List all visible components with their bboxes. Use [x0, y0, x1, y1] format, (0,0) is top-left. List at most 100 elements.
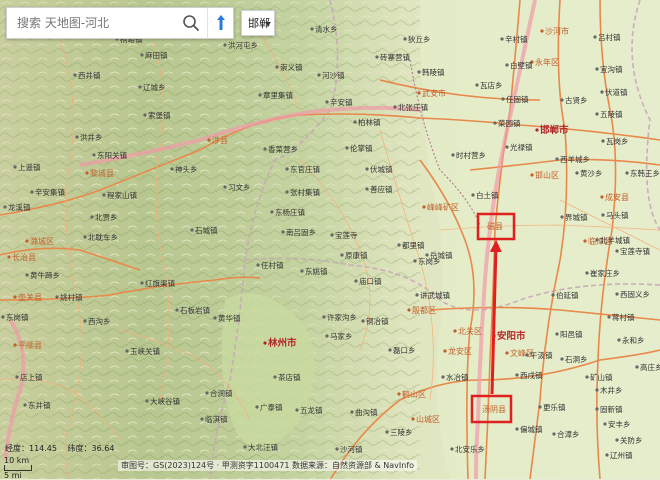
county-marker [600, 195, 604, 199]
town-label: 广泰镇 [260, 402, 283, 412]
county-label: 山城区 [416, 414, 440, 424]
scale-label-km: 10 km [4, 456, 30, 465]
search-input[interactable] [7, 8, 187, 38]
town-label: 西戌镇 [520, 370, 543, 380]
town-label: 店上镇 [20, 372, 43, 382]
town-label: 辽州镇 [610, 450, 633, 460]
town-marker [243, 445, 247, 449]
town-marker [585, 375, 589, 379]
town-label: 香菜营乡 [268, 144, 298, 154]
county-label: 成安县 [605, 192, 629, 202]
town-marker [90, 215, 94, 219]
town-label: 宝莲寺 [335, 230, 358, 240]
town-label: 河沙镇 [322, 70, 345, 80]
town-marker [300, 269, 304, 273]
town-marker [538, 405, 542, 409]
town-marker [255, 405, 259, 409]
town-marker [361, 319, 365, 323]
town-marker [345, 146, 349, 150]
town-label: 菜园镇 [498, 118, 521, 128]
town-label: 清水乡 [315, 24, 338, 34]
town-label: 午汲镇 [530, 350, 553, 360]
town-label: 东阳关镇 [97, 150, 127, 160]
town-label: 白壁镇 [510, 60, 533, 70]
town-marker [55, 295, 59, 299]
town-marker [471, 193, 475, 197]
town-label: 都里镇 [402, 240, 425, 250]
town-label: 临淇镇 [205, 414, 228, 424]
search-icon[interactable] [181, 13, 201, 33]
town-label: 关防乡 [620, 435, 643, 445]
map-canvas[interactable]: 邯郸市安阳市林州市沙河市永年区武安市峰峰矿区邯山区成安县临漳县涉县北关区龙安区殷… [0, 0, 660, 479]
town-label: 阳邑镇 [560, 329, 583, 339]
town-marker [354, 279, 358, 283]
town-label: 东井镇 [28, 400, 51, 410]
map-attribution: 审图号：GS(2023)124号 · 甲测资字1100471 数据来源：自然资源… [118, 460, 418, 471]
town-label: 崇义镇 [280, 62, 303, 72]
town-marker [615, 438, 619, 442]
town-label: 白土镇 [476, 190, 499, 200]
town-marker [223, 185, 227, 189]
city-label: 安阳市 [497, 330, 526, 342]
town-marker [170, 167, 174, 171]
town-marker [275, 65, 279, 69]
town-label: 瓦岗乡 [606, 137, 629, 146]
town-marker [330, 233, 334, 237]
town-marker [140, 281, 144, 285]
town-label: 伯延镇 [556, 290, 579, 300]
region-selector[interactable]: 邯郸 [241, 10, 275, 36]
county-label: 武安市 [422, 88, 446, 98]
town-marker [15, 375, 19, 379]
town-marker [25, 273, 29, 277]
town-marker [600, 90, 604, 94]
town-label: 矿山镇 [590, 372, 613, 382]
town-label: 更乐镇 [543, 402, 566, 412]
town-marker [450, 447, 454, 451]
town-label: 光禄镇 [510, 142, 533, 152]
town-label: 固新镇 [600, 404, 623, 414]
town-marker [595, 67, 599, 71]
town-label: 偏城镇 [520, 424, 543, 434]
town-marker [375, 55, 379, 59]
town-label: 合涧镇 [210, 388, 233, 398]
town-marker [595, 388, 599, 392]
town-marker [555, 332, 559, 336]
town-label: 洪井乡 [80, 132, 103, 142]
town-label: 索堡镇 [148, 110, 171, 120]
town-label: 玉峡关镇 [130, 346, 160, 356]
city-label: 邯郸市 [540, 124, 569, 136]
county-label: 鹤山区 [402, 389, 426, 399]
town-label: 黄沙乡 [580, 168, 603, 178]
town-label: 马家乡 [330, 331, 353, 341]
route-button[interactable] [207, 8, 234, 38]
town-label: 神头乡 [175, 164, 198, 174]
county-marker [583, 239, 587, 243]
county-marker [422, 205, 426, 209]
town-label: 马头镇 [606, 210, 629, 220]
town-marker [73, 73, 77, 77]
town-label: 上遥镇 [18, 162, 41, 172]
town-label: 大峡谷镇 [150, 396, 180, 406]
town-marker [322, 315, 326, 319]
town-label: 宜沟镇 [600, 64, 623, 74]
town-marker [317, 73, 321, 77]
town-marker [552, 432, 556, 436]
town-label: 东杨庄镇 [275, 207, 305, 217]
county-label: 长治县 [12, 252, 36, 262]
town-marker [285, 167, 289, 171]
town-marker [560, 98, 564, 102]
search-box [6, 7, 234, 39]
town-label: 姚村镇 [60, 292, 83, 302]
town-marker [205, 391, 209, 395]
town-label: 辽城乡 [143, 83, 166, 92]
town-label: 北耽车乡 [88, 232, 118, 242]
town-marker [601, 213, 605, 217]
town-marker [505, 63, 509, 67]
town-marker [281, 230, 285, 234]
county-marker [411, 417, 415, 421]
town-marker [403, 37, 407, 41]
town-label: 伏城镇 [370, 164, 393, 174]
town-label: 伏道镇 [605, 87, 628, 97]
town-marker [635, 365, 639, 369]
town-label: 西固义乡 [620, 290, 650, 299]
